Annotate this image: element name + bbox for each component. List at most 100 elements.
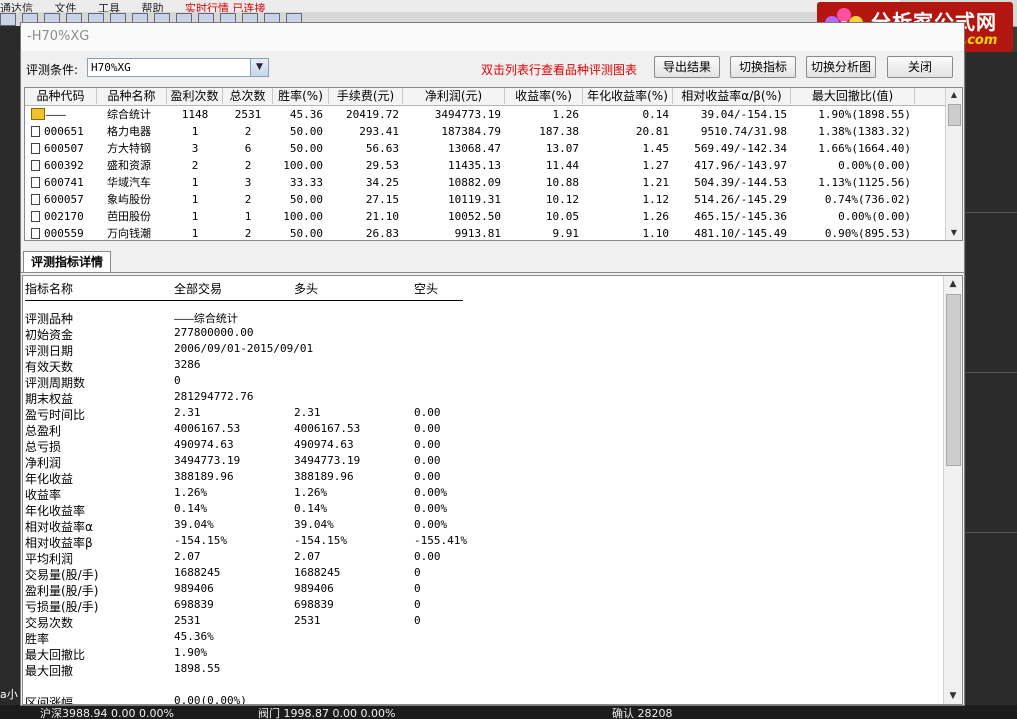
detail-all: -154.15% xyxy=(174,534,227,547)
detail-row: 交易次数 2531 2531 0 xyxy=(23,614,943,630)
cell-code: 000559 xyxy=(44,227,84,240)
cell-maxdd: 1.13%(1125.56) xyxy=(818,176,911,189)
table-row[interactable]: 000559 万向钱潮 1 2 50.00 26.83 9913.81 9.91 1.10 481… xyxy=(25,225,948,240)
cell-winrate: 50.00 xyxy=(289,227,323,240)
cell: 600392 xyxy=(28,157,96,174)
table-row[interactable]: 000651 格力电器 1 2 50.00 293.41 187384.79 187.38 20… xyxy=(25,123,948,140)
cell-relative: 481.10/-145.49 xyxy=(694,227,787,240)
switch-indicator-button[interactable]: 切换指标 xyxy=(730,56,796,78)
scroll-thumb[interactable] xyxy=(948,104,961,126)
cell-annual: 1.26 xyxy=(642,210,670,223)
detail-short: 0 xyxy=(414,582,421,595)
col-header-relative[interactable]: 相对收益率α/β(%) xyxy=(673,88,791,104)
cell: 000559 xyxy=(28,225,96,240)
bg-status-text: 实时行情 已连接 xyxy=(185,2,266,12)
cell-name: 盛和资源 xyxy=(107,159,151,172)
detail-short: 0.00 xyxy=(414,406,441,419)
cell-profit: 187384.79 xyxy=(441,125,501,138)
table-row[interactable]: 002170 芭田股份 1 1 100.00 21.10 10052.50 10.05 1.26… xyxy=(25,208,948,225)
bg-menu-item[interactable]: 文件 xyxy=(55,2,77,12)
col-header-code[interactable]: 品种代码 xyxy=(25,88,97,104)
condition-row: 评测条件: H70%XG ▼ 双击列表行查看品种评测图表 导出结果 切换指标 切… xyxy=(21,53,964,81)
cell-profit: 10052.50 xyxy=(448,210,501,223)
scroll-up-icon[interactable]: ▲ xyxy=(944,276,962,292)
detail-all: 2.31 xyxy=(174,406,201,419)
cell-total: 2531 xyxy=(234,108,262,121)
cell-winrate: 100.00 xyxy=(283,159,323,172)
detail-header-name: 指标名称 xyxy=(25,282,74,296)
table-row[interactable]: 600741 华域汽车 1 3 33.33 34.25 10882.09 10.88 1.21 5… xyxy=(25,174,948,191)
detail-long: 39.04% xyxy=(294,518,334,531)
detail-label: 期末权益 xyxy=(25,392,74,406)
col-header-winrate[interactable]: 胜率(%) xyxy=(273,88,329,104)
detail-all: 3494773.19 xyxy=(174,454,241,467)
dialog-title: -H70%XG xyxy=(27,29,90,44)
col-header-return[interactable]: 收益率(%) xyxy=(505,88,583,104)
cell: 000651 xyxy=(28,123,96,140)
detail-label: 最大回撤 xyxy=(25,664,74,678)
detail-short: 0.00 xyxy=(414,470,441,483)
cell-ret: 9.91 xyxy=(552,227,580,240)
cell-ret: 10.05 xyxy=(545,210,579,223)
detail-all: 490974.63 xyxy=(174,438,234,451)
chevron-down-icon[interactable]: ▼ xyxy=(250,59,268,76)
cell-fee: 26.83 xyxy=(365,227,399,240)
detail-label: 交易次数 xyxy=(25,616,74,630)
scroll-up-icon[interactable]: ▲ xyxy=(946,88,962,102)
table-row[interactable]: ——— 综合统计 1148 2531 45.36 20419.72 3494773.19 1.… xyxy=(25,106,948,123)
tab-divider xyxy=(21,272,964,273)
bg-menu-item[interactable]: 工具 xyxy=(98,2,120,12)
scroll-down-icon[interactable]: ▼ xyxy=(944,688,962,704)
detail-all: 2.07 xyxy=(174,550,201,563)
detail-row: 最大回撤比 1.90% xyxy=(23,646,943,662)
dialog-titlebar[interactable]: -H70%XG xyxy=(21,23,964,51)
cell-ret: 13.07 xyxy=(545,142,579,155)
condition-select[interactable]: H70%XG ▼ xyxy=(87,58,269,77)
table-row[interactable]: 600392 盛和资源 2 2 100.00 29.53 11435.13 11.44 1.27… xyxy=(25,157,948,174)
cell-total: 1 xyxy=(244,210,252,223)
cell-total: 3 xyxy=(244,176,252,189)
bg-menu-item[interactable]: 帮助 xyxy=(142,2,164,12)
cell-maxdd: 1.38%(1383.32) xyxy=(818,125,911,138)
export-button[interactable]: 导出结果 xyxy=(654,56,720,78)
col-header-total[interactable]: 总次数 xyxy=(223,88,273,104)
table-row[interactable]: 600507 方大特钢 3 6 50.00 56.63 13068.47 13.07 1.45 5… xyxy=(25,140,948,157)
results-table-body: ——— 综合统计 1148 2531 45.36 20419.72 3494773.19 1.… xyxy=(25,106,948,240)
cell-winrate: 33.33 xyxy=(289,176,323,189)
col-header-profit[interactable]: 净利润(元) xyxy=(403,88,505,104)
scroll-down-icon[interactable]: ▼ xyxy=(946,226,962,240)
toolbar-icon[interactable] xyxy=(0,13,16,26)
cell-wins: 1148 xyxy=(181,108,209,121)
cell-fee: 21.10 xyxy=(365,210,399,223)
results-scrollbar[interactable]: ▲ ▼ xyxy=(945,88,962,240)
detail-long: 2.31 xyxy=(294,406,321,419)
col-header-name[interactable]: 品种名称 xyxy=(97,88,167,104)
cell-fee: 293.41 xyxy=(359,125,399,138)
col-header-maxdd[interactable]: 最大回撤比(值) xyxy=(791,88,915,104)
cell-profit: 9913.81 xyxy=(454,227,501,240)
scroll-thumb[interactable] xyxy=(946,294,961,466)
detail-all: 0.14% xyxy=(174,502,208,515)
detail-label: 最大回撤比 xyxy=(25,648,86,662)
cell-annual: 1.45 xyxy=(642,142,670,155)
detail-all: 3286 xyxy=(174,358,201,371)
col-header-wins[interactable]: 盈利次数 xyxy=(167,88,223,104)
summary-icon xyxy=(31,108,45,120)
detail-row: 期末权益 281294772.76 xyxy=(23,390,943,406)
bg-menu-item[interactable]: 通达信 xyxy=(0,2,33,12)
tab-indicator-details[interactable]: 评测指标详情 xyxy=(23,251,111,273)
cell-total: 2 xyxy=(244,227,252,240)
cell-code: 600741 xyxy=(44,176,84,189)
switch-chart-button[interactable]: 切换分析图 xyxy=(806,56,876,78)
detail-long: 2.07 xyxy=(294,550,321,563)
table-row[interactable]: 600057 象屿股份 1 2 50.00 27.15 10119.31 10.12 1.12 5… xyxy=(25,191,948,208)
details-scrollbar[interactable]: ▲ ▼ xyxy=(943,276,962,704)
cell-profit: 3494773.19 xyxy=(434,108,501,121)
indicator-details-panel: 指标名称 全部交易 多头 空头 评测品种 ———综合统计 初始资金 277800000… xyxy=(22,275,963,705)
cell-annual: 0.14 xyxy=(642,108,670,121)
close-button[interactable]: 关闭 xyxy=(887,56,953,78)
cell-profit: 10882.09 xyxy=(448,176,501,189)
col-header-annual[interactable]: 年化收益率(%) xyxy=(583,88,673,104)
col-header-fee[interactable]: 手续费(元) xyxy=(329,88,403,104)
detail-long: 989406 xyxy=(294,582,334,595)
